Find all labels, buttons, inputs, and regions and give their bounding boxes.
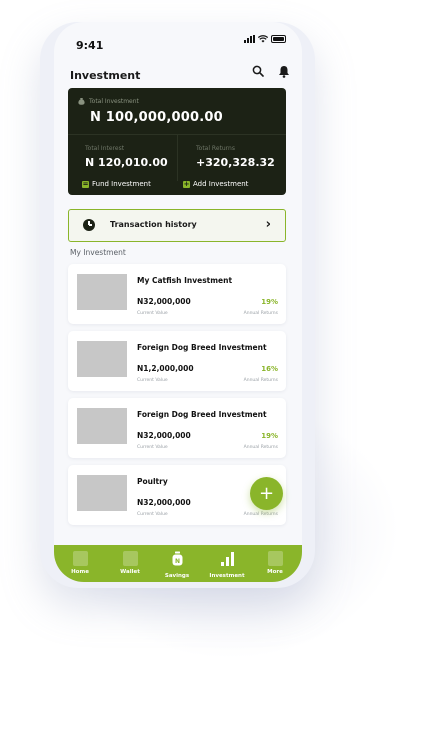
section-title: My Investment <box>70 248 126 257</box>
transaction-history-button[interactable]: Transaction history › <box>68 209 286 242</box>
nav-label: Wallet <box>120 569 140 575</box>
nav-label: Investment <box>209 573 245 579</box>
amount-caption: Current Value <box>137 445 168 450</box>
investment-amount: N32,000,000 <box>137 297 191 306</box>
amount-caption: Current Value <box>137 378 168 383</box>
investment-thumbnail <box>77 408 127 444</box>
money-bag-icon <box>78 98 85 105</box>
total-returns: Total Returns +320,328.32 <box>196 145 275 169</box>
investment-thumbnail <box>77 341 127 377</box>
investment-amount: N1,2,000,000 <box>137 364 194 373</box>
nav-item-wallet[interactable]: Wallet <box>107 551 153 575</box>
amount-caption: Current Value <box>137 512 168 517</box>
bell-icon[interactable] <box>278 65 290 78</box>
annual-return-pct: 19% <box>261 432 278 440</box>
total-investment-label: Total Investment <box>89 97 139 105</box>
investment-card[interactable]: My Catfish Investment N32,000,000 Curren… <box>68 264 286 324</box>
add-investment-label: Add Investment <box>193 180 249 188</box>
investment-title: Foreign Dog Breed Investment <box>137 410 267 419</box>
phone-screen: 9:41 Investment Total Investment N 100,0… <box>54 22 302 582</box>
investment-title: Poultry <box>137 477 168 486</box>
bar-chart-icon <box>220 552 234 566</box>
signal-icon <box>244 35 255 43</box>
total-returns-value: +320,328.32 <box>196 156 275 169</box>
annual-return-pct: 19% <box>261 298 278 306</box>
savings-icon-letter: N <box>174 558 179 565</box>
total-interest: Total Interest N 120,010.00 <box>85 145 168 169</box>
total-returns-label: Total Returns <box>196 145 235 152</box>
wifi-icon <box>258 35 268 43</box>
investment-title: My Catfish Investment <box>137 276 233 285</box>
status-time: 9:41 <box>76 39 104 52</box>
page-title: Investment <box>70 69 141 82</box>
search-icon[interactable] <box>252 65 264 77</box>
nav-label: Home <box>71 569 89 575</box>
fund-investment-label: Fund Investment <box>92 180 151 188</box>
investment-card[interactable]: Foreign Dog Breed Investment N32,000,000… <box>68 398 286 458</box>
pct-caption: Annual Returns <box>243 512 278 517</box>
nav-item-more[interactable]: More <box>252 551 298 575</box>
savings-icon: N <box>172 551 182 566</box>
transaction-history-label: Transaction history <box>110 220 197 229</box>
investment-thumbnail <box>77 475 127 511</box>
amount-caption: Current Value <box>137 311 168 316</box>
bottom-nav: Home Wallet N Savings Investment More <box>54 545 302 582</box>
wallet-icon <box>122 551 138 566</box>
pct-caption: Annual Returns <box>243 378 278 383</box>
pct-caption: Annual Returns <box>243 445 278 450</box>
app-header: Investment <box>70 64 290 82</box>
add-investment-button[interactable]: + Add Investment <box>183 180 248 188</box>
investment-amount: N32,000,000 <box>137 498 191 507</box>
home-icon <box>72 551 88 566</box>
add-investment-fab[interactable]: + <box>250 477 283 510</box>
nav-label: Savings <box>164 573 190 579</box>
plus-icon: + <box>183 179 190 188</box>
nav-label: More <box>267 569 283 575</box>
status-icons <box>244 35 286 43</box>
investment-summary-card: Total Investment N 100,000,000.00 Total … <box>68 88 286 195</box>
divider <box>177 135 178 181</box>
total-interest-label: Total Interest <box>85 145 125 152</box>
total-investment-value: N 100,000,000.00 <box>90 110 223 125</box>
annual-return-pct: 16% <box>261 365 278 373</box>
nav-item-investment[interactable]: Investment <box>204 551 250 579</box>
nav-item-home[interactable]: Home <box>57 551 103 575</box>
clock-icon <box>83 219 95 231</box>
battery-icon <box>271 35 286 43</box>
investment-title: Foreign Dog Breed Investment <box>137 343 267 352</box>
investment-card[interactable]: Foreign Dog Breed Investment N1,2,000,00… <box>68 331 286 391</box>
more-icon <box>267 551 283 566</box>
chevron-right-icon: › <box>265 217 271 232</box>
fund-investment-button[interactable]: = Fund Investment <box>82 180 151 188</box>
investment-amount: N32,000,000 <box>137 431 191 440</box>
status-bar: 9:41 <box>76 34 286 52</box>
investment-thumbnail <box>77 274 127 310</box>
wallet-icon: = <box>82 179 89 188</box>
total-interest-value: N 120,010.00 <box>85 156 168 169</box>
nav-item-savings[interactable]: N Savings <box>154 551 200 579</box>
pct-caption: Annual Returns <box>243 311 278 316</box>
